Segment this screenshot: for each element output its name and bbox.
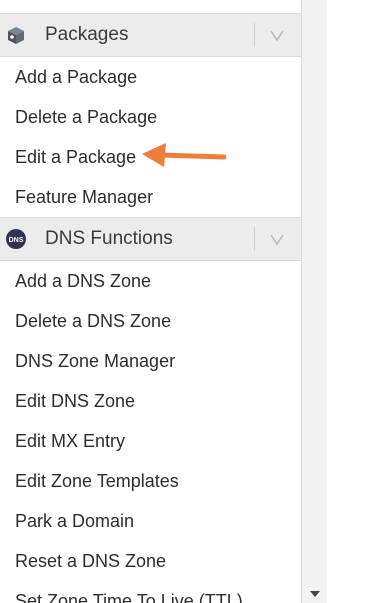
menu-item-reset-dns-zone[interactable]: Reset a DNS Zone [15, 550, 166, 572]
menu-item-edit-mx-entry[interactable]: Edit MX Entry [15, 430, 125, 452]
menu-item-add-package[interactable]: Add a Package [15, 66, 137, 88]
menu-item-edit-dns-zone[interactable]: Edit DNS Zone [15, 390, 135, 412]
menu-item-add-dns-zone[interactable]: Add a DNS Zone [15, 270, 151, 292]
scroll-down-arrow-icon[interactable] [310, 591, 320, 597]
dns-section-title: DNS Functions [45, 228, 173, 249]
vertical-scrollbar[interactable] [302, 0, 327, 603]
chevron-down-icon[interactable] [262, 228, 292, 250]
packages-section-title: Packages [45, 24, 129, 45]
dns-icon-text: DNS [9, 237, 24, 244]
header-divider [254, 23, 255, 47]
chevron-down-icon[interactable] [262, 24, 292, 46]
orange-arrow-icon [142, 143, 226, 167]
package-box-icon [8, 27, 24, 44]
menu-item-delete-package[interactable]: Delete a Package [15, 106, 157, 128]
menu-item-delete-dns-zone[interactable]: Delete a DNS Zone [15, 310, 171, 332]
menu-item-set-zone-ttl[interactable]: Set Zone Time To Live (TTL) [15, 590, 243, 603]
packages-section-header[interactable]: Packages [0, 13, 301, 57]
menu-item-park-domain[interactable]: Park a Domain [15, 510, 134, 532]
dns-section-header[interactable]: DNS DNS Functions [0, 217, 301, 261]
sidebar-panel: Packages Add a Package Delete a Package … [0, 0, 302, 603]
menu-item-dns-zone-manager[interactable]: DNS Zone Manager [15, 350, 175, 372]
header-divider [254, 227, 255, 251]
menu-item-feature-manager[interactable]: Feature Manager [15, 186, 153, 208]
dns-icon: DNS [6, 229, 26, 249]
menu-item-edit-zone-templates[interactable]: Edit Zone Templates [15, 470, 179, 492]
menu-item-edit-package[interactable]: Edit a Package [15, 146, 136, 168]
